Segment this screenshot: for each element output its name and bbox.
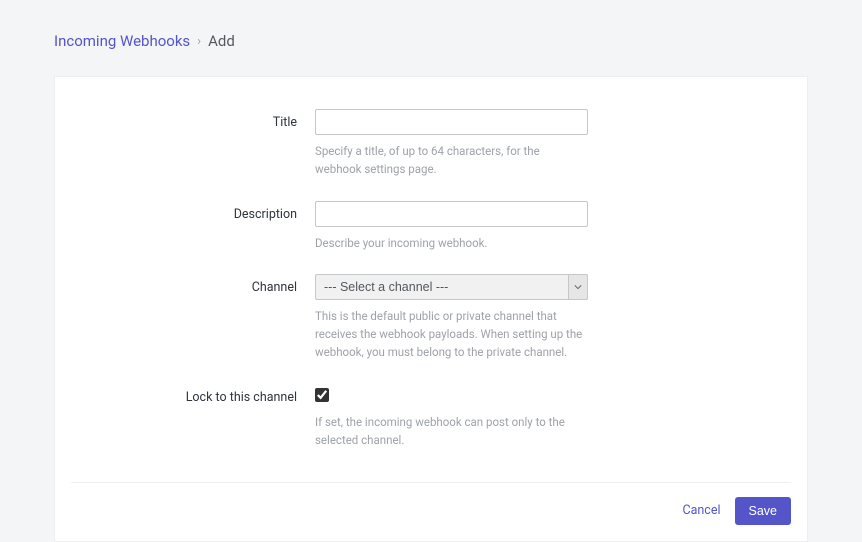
lock-label: Lock to this channel (55, 384, 315, 405)
channel-label: Channel (55, 274, 315, 295)
channel-select[interactable]: --- Select a channel --- (315, 274, 588, 300)
breadcrumb-separator-icon: › (197, 34, 201, 49)
breadcrumb-parent-link[interactable]: Incoming Webhooks (54, 32, 190, 50)
channel-help: This is the default public or private ch… (315, 308, 588, 361)
description-help: Describe your incoming webhook. (315, 235, 588, 253)
description-label: Description (55, 201, 315, 222)
page-root: Incoming Webhooks › Add Title Specify a … (0, 0, 862, 542)
form-actions: Cancel Save (55, 497, 807, 525)
description-row: Description Describe your incoming webho… (55, 197, 807, 271)
lock-row: Lock to this channel If set, the incomin… (55, 380, 807, 468)
channel-row: Channel --- Select a channel --- This is… (55, 270, 807, 379)
divider (71, 482, 791, 483)
lock-checkbox[interactable] (315, 388, 329, 402)
title-input[interactable] (315, 109, 588, 135)
cancel-button[interactable]: Cancel (682, 503, 720, 518)
lock-help: If set, the incoming webhook can post on… (315, 414, 588, 450)
breadcrumb-current: Add (208, 32, 235, 50)
description-input[interactable] (315, 201, 588, 227)
form-card: Title Specify a title, of up to 64 chara… (54, 76, 808, 542)
title-label: Title (55, 109, 315, 130)
save-button[interactable]: Save (735, 497, 792, 525)
title-help: Specify a title, of up to 64 characters,… (315, 143, 588, 179)
breadcrumb: Incoming Webhooks › Add (0, 0, 862, 64)
title-row: Title Specify a title, of up to 64 chara… (55, 105, 807, 197)
